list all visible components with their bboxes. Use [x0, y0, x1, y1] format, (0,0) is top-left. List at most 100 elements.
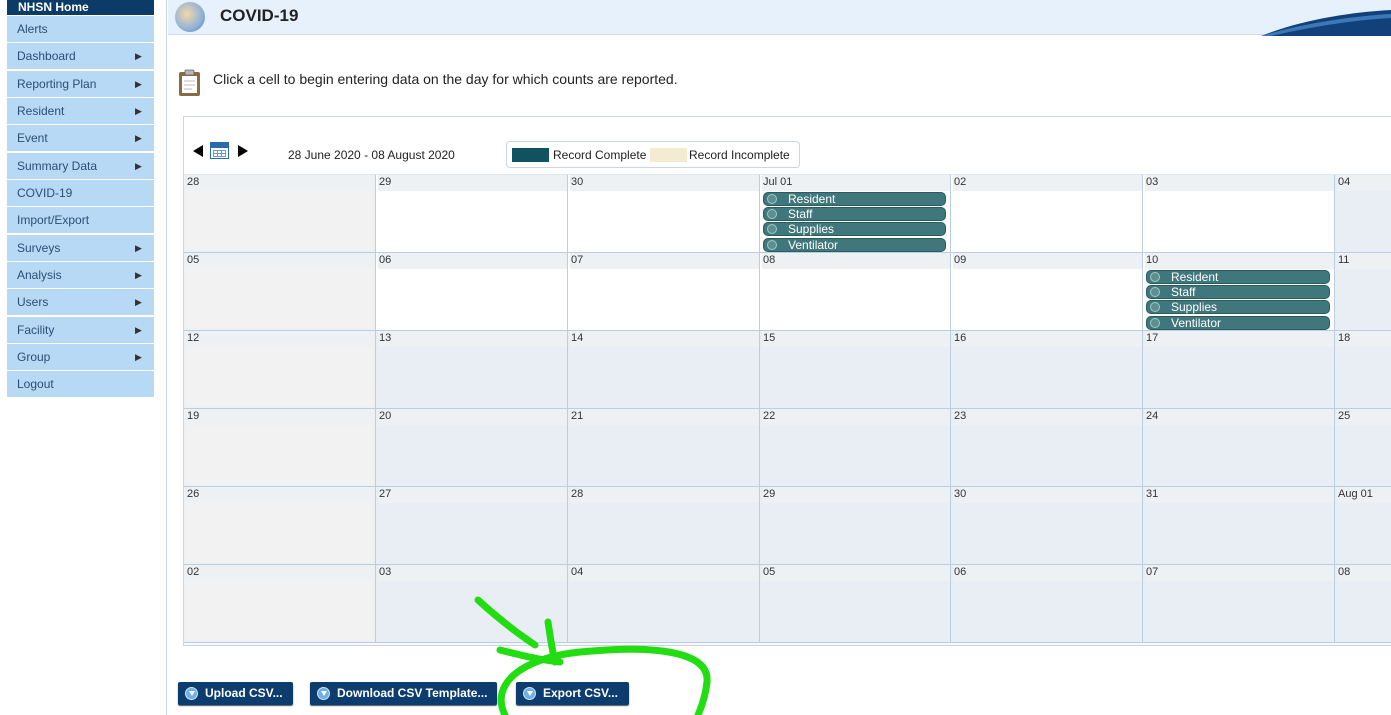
nav-home-link[interactable]: NHSN Home: [7, 0, 154, 16]
sidebar-item-event[interactable]: Event ▶: [7, 125, 154, 152]
calendar-day-cell[interactable]: 26: [184, 487, 376, 565]
calendar-day-cell[interactable]: 11: [1335, 253, 1391, 331]
event-staff[interactable]: Staff: [1146, 285, 1330, 300]
day-number: 21: [570, 409, 759, 425]
day-number: 15: [762, 331, 950, 347]
sidebar-item-label: Users: [17, 295, 49, 310]
calendar-day-cell[interactable]: 07: [568, 253, 760, 331]
sidebar-item-dashboard[interactable]: Dashboard ▶: [7, 43, 154, 70]
calendar-day-cell[interactable]: 08: [760, 253, 951, 331]
sidebar-item-label: Import/Export: [17, 213, 90, 228]
day-number: 10: [1145, 253, 1334, 269]
day-cell-body: [186, 347, 373, 406]
calendar-day-cell[interactable]: 07: [1143, 565, 1335, 643]
day-cell-body: [186, 269, 373, 328]
event-supplies[interactable]: Supplies: [763, 222, 946, 237]
calendar-day-cell[interactable]: 13: [376, 331, 568, 409]
next-arrow-icon[interactable]: [238, 145, 248, 157]
legend-incomplete-swatch: [650, 148, 687, 162]
day-number: 30: [953, 487, 1142, 503]
calendar-day-cell[interactable]: 06: [376, 253, 568, 331]
chevron-right-icon: ▶: [135, 242, 142, 253]
calendar-day-cell[interactable]: 02: [951, 175, 1143, 253]
event-ventilator[interactable]: Ventilator: [1146, 315, 1330, 330]
event-resident[interactable]: Resident: [1146, 270, 1330, 284]
sidebar-item-resident[interactable]: Resident ▶: [7, 98, 154, 125]
calendar-day-cell[interactable]: 05: [184, 253, 376, 331]
calendar-day-cell[interactable]: 04: [1335, 175, 1391, 253]
sidebar-item-summary-data[interactable]: Summary Data ▶: [7, 152, 154, 179]
day-number: 13: [378, 331, 567, 347]
calendar-day-cell[interactable]: 06: [951, 565, 1143, 643]
calendar-week-row: 02 03 04 05 06 07 08: [184, 565, 1391, 643]
calendar-day-cell[interactable]: 17: [1143, 331, 1335, 409]
event-ventilator[interactable]: Ventilator: [763, 237, 946, 252]
day-cell-body: [186, 425, 373, 484]
previous-arrow-icon[interactable]: [193, 145, 203, 157]
sidebar-item-facility[interactable]: Facility ▶: [7, 316, 154, 343]
day-number: 07: [1145, 565, 1334, 581]
event-staff[interactable]: Staff: [763, 207, 946, 222]
calendar-day-cell[interactable]: 09: [951, 253, 1143, 331]
day-number: 22: [762, 409, 950, 425]
calendar-day-cell[interactable]: 14: [568, 331, 760, 409]
export-csv-button[interactable]: Export CSV...: [516, 682, 629, 705]
day-number: 02: [186, 565, 375, 581]
event-supplies[interactable]: Supplies: [1146, 300, 1330, 315]
calendar-day-cell[interactable]: 03: [1143, 175, 1335, 253]
page-header: COVID-19: [168, 0, 1391, 36]
day-number: 06: [953, 565, 1142, 581]
calendar-day-cell[interactable]: Aug 01: [1335, 487, 1391, 565]
calendar-day-cell[interactable]: 24: [1143, 409, 1335, 487]
calendar-day-cell[interactable]: 22: [760, 409, 951, 487]
sidebar-item-analysis[interactable]: Analysis ▶: [7, 262, 154, 289]
day-number: 16: [953, 331, 1142, 347]
calendar-day-cell[interactable]: 30: [951, 487, 1143, 565]
calendar-day-cell[interactable]: 29: [376, 175, 568, 253]
calendar-day-cell[interactable]: 31: [1143, 487, 1335, 565]
calendar-day-cell[interactable]: 30: [568, 175, 760, 253]
calendar-icon[interactable]: [210, 142, 229, 159]
calendar-day-cell[interactable]: 19: [184, 409, 376, 487]
event-resident[interactable]: Resident: [763, 192, 946, 206]
calendar-day-cell[interactable]: 08: [1335, 565, 1391, 643]
calendar-day-cell[interactable]: 23: [951, 409, 1143, 487]
sidebar-item-covid-19[interactable]: COVID-19: [7, 180, 154, 207]
calendar-day-cell[interactable]: 05: [760, 565, 951, 643]
calendar-day-cell[interactable]: 15: [760, 331, 951, 409]
sidebar-item-logout[interactable]: Logout: [7, 371, 154, 398]
sidebar-item-surveys[interactable]: Surveys ▶: [7, 234, 154, 261]
calendar-panel: 28 June 2020 - 08 August 2020 Record Com…: [183, 116, 1391, 646]
upload-csv-label: Upload CSV...: [205, 686, 283, 700]
sidebar-item-alerts[interactable]: Alerts: [7, 16, 154, 42]
calendar-day-cell[interactable]: 21: [568, 409, 760, 487]
calendar-day-cell[interactable]: 28: [568, 487, 760, 565]
day-number: 25: [1337, 409, 1391, 425]
calendar-day-cell[interactable]: 02: [184, 565, 376, 643]
calendar-day-cell[interactable]: Jul 01 Resident Staff Supplies Ventilator: [760, 175, 951, 253]
calendar-day-cell[interactable]: 29: [760, 487, 951, 565]
sidebar-item-reporting-plan[interactable]: Reporting Plan ▶: [7, 70, 154, 97]
calendar-day-cell[interactable]: 16: [951, 331, 1143, 409]
sidebar-item-users[interactable]: Users ▶: [7, 289, 154, 316]
calendar-day-cell[interactable]: 10 Resident Staff Supplies Ventilator: [1143, 253, 1335, 331]
calendar-day-cell[interactable]: 28: [184, 175, 376, 253]
day-number: 29: [762, 487, 950, 503]
sidebar-item-import-export[interactable]: Import/Export: [7, 207, 154, 234]
download-csv-template-button[interactable]: Download CSV Template...: [310, 682, 497, 705]
day-number: 06: [378, 253, 567, 269]
day-number: 23: [953, 409, 1142, 425]
day-number: 26: [186, 487, 375, 503]
sidebar-divider: [166, 0, 167, 715]
calendar-day-cell[interactable]: 03: [376, 565, 568, 643]
calendar-day-cell[interactable]: 18: [1335, 331, 1391, 409]
calendar-day-cell[interactable]: 12: [184, 331, 376, 409]
calendar-day-cell[interactable]: 04: [568, 565, 760, 643]
sidebar-item-group[interactable]: Group ▶: [7, 344, 154, 371]
day-number: 20: [378, 409, 567, 425]
calendar-day-cell[interactable]: 27: [376, 487, 568, 565]
calendar-day-cell[interactable]: 20: [376, 409, 568, 487]
upload-csv-button[interactable]: Upload CSV...: [178, 682, 293, 705]
calendar-day-cell[interactable]: 25: [1335, 409, 1391, 487]
day-cell-body: [186, 503, 373, 562]
